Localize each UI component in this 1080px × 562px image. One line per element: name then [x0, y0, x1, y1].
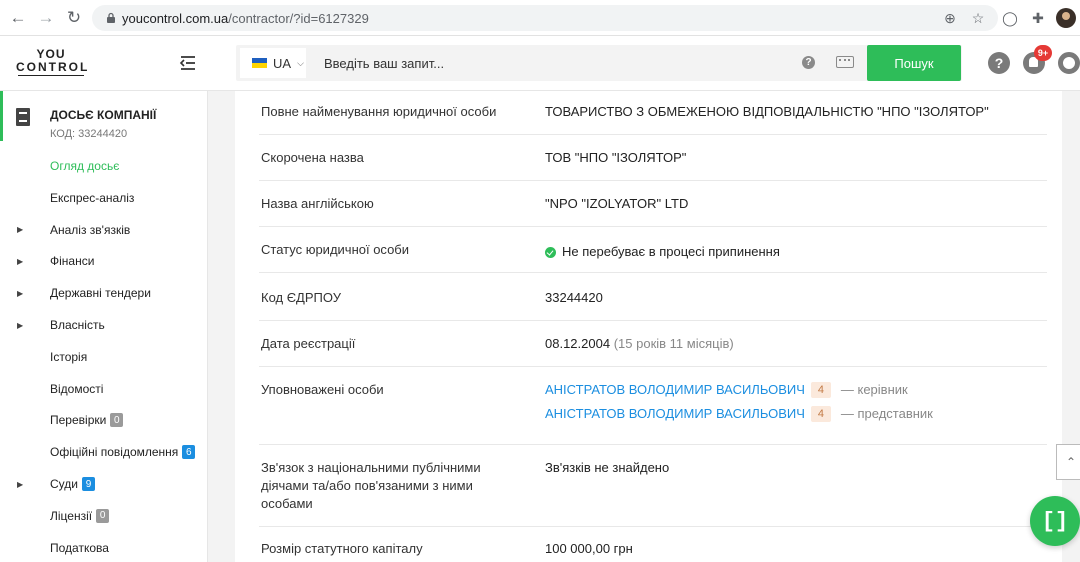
status-value: Не перебуває в процесі припинення [545, 243, 780, 261]
sidebar-item[interactable]: ▶ Державні тендери [0, 280, 208, 306]
sidebar-item-label: Фінанси [50, 254, 95, 269]
sidebar-item[interactable]: Експрес-аналіз [0, 185, 208, 211]
lock-icon [100, 12, 122, 24]
dossier-title: ДОСЬЄ КОМПАНІЇ [50, 108, 157, 122]
puzzle-icon[interactable]: ✚ [1028, 6, 1048, 30]
expand-arrow-icon[interactable]: ▶ [17, 225, 23, 234]
person-link[interactable]: АНІСТРАТОВ ВОЛОДИМИР ВАСИЛЬОВИЧ [545, 405, 805, 423]
sidebar-item-label: Ліцензії 0 [50, 508, 110, 523]
profile-avatar[interactable] [1056, 8, 1076, 28]
sidebar-item[interactable]: Відомості [0, 376, 208, 402]
sidebar-item-label: Податкова [50, 540, 109, 555]
sidebar-item[interactable]: Перевірки 0 [0, 407, 208, 433]
dossier-header: ДОСЬЄ КОМПАНІЇ КОД: 33244420 [0, 91, 208, 141]
browser-toolbar: ← → ↻ youcontrol.com.ua/contractor/?id=6… [0, 0, 1080, 36]
back-arrow-icon[interactable]: ← [4, 4, 32, 32]
detail-row-edrpou: Код ЄДРПОУ 33244420 [259, 273, 1047, 321]
count-badge: 6 [182, 445, 196, 460]
document-icon [16, 108, 30, 126]
language-select[interactable]: UA ⌵ [240, 48, 306, 78]
detail-row-registration-date: Дата реєстрації 08.12.2004 (15 років 11 … [259, 321, 1047, 367]
chevron-down-icon: ⌵ [297, 57, 304, 68]
check-circle-icon [545, 246, 556, 258]
forward-arrow-icon[interactable]: → [32, 4, 60, 32]
sidebar-item-label: Експрес-аналіз [50, 190, 135, 205]
search-bar: UA ⌵ ? Пошук [236, 45, 962, 81]
ukraine-flag-icon [252, 58, 267, 68]
sidebar: ДОСЬЄ КОМПАНІЇ КОД: 33244420 Огляд досьє… [0, 91, 208, 562]
sidebar-item-label: Відомості [50, 381, 104, 396]
detail-row-status: Статус юридичної особи Не перебуває в пр… [259, 227, 1047, 273]
detail-row-authorized-persons: Уповноважені особи АНІСТРАТОВ ВОЛОДИМИР … [259, 367, 1047, 445]
search-button[interactable]: Пошук [867, 45, 961, 81]
detail-row-capital: Розмір статутного капіталу 100 000,00 гр… [261, 541, 633, 556]
expand-arrow-icon[interactable]: ▶ [17, 321, 23, 330]
sidebar-item-label: Офіційні повідомлення 6 [50, 445, 196, 460]
help-icon[interactable]: ? [988, 52, 1010, 74]
person-link[interactable]: АНІСТРАТОВ ВОЛОДИМИР ВАСИЛЬОВИЧ [545, 381, 805, 399]
sidebar-item[interactable]: ▶ Власність [0, 312, 208, 338]
count-badge: 9 [81, 477, 95, 491]
sidebar-item-label: Власність [50, 318, 105, 332]
connections-count[interactable]: 4 [810, 382, 831, 398]
globe-icon[interactable]: ◯ [1000, 6, 1020, 30]
expand-arrow-icon[interactable]: ▶ [17, 257, 23, 266]
url-text: youcontrol.com.ua/contractor/?id=6127329 [122, 10, 369, 26]
sidebar-item[interactable]: Податкова [0, 535, 208, 561]
star-icon[interactable]: ☆ [968, 8, 988, 28]
count-badge: 0 [110, 413, 124, 428]
sidebar-item-label: Історія [50, 349, 88, 364]
person-entry: АНІСТРАТОВ ВОЛОДИМИР ВАСИЛЬОВИЧ 4 — пред… [545, 405, 933, 423]
count-badge: 0 [96, 508, 110, 523]
chat-widget-button[interactable]: [] [1030, 496, 1080, 546]
keyboard-icon[interactable] [836, 56, 854, 68]
search-input[interactable] [316, 45, 786, 81]
scroll-top-button[interactable]: ⌃ [1056, 444, 1080, 480]
sidebar-item-label: Державні тендери [50, 286, 151, 301]
sidebar-item[interactable]: Історія [0, 344, 208, 370]
search-help-icon[interactable]: ? [802, 56, 815, 69]
sidebar-item[interactable]: ▶ Фінанси [0, 248, 208, 274]
sidebar-item[interactable]: Ліцензії 0 [0, 503, 208, 529]
settings-gear-icon[interactable] [1058, 52, 1080, 74]
sidebar-item-label: Огляд досьє [50, 159, 120, 173]
sidebar-item-label: Аналіз зв'язків [50, 222, 131, 237]
menu-collapse-icon[interactable] [178, 53, 198, 73]
expand-arrow-icon[interactable]: ▶ [17, 289, 23, 298]
detail-row-short-name: Скорочена назва ТОВ "НПО "ІЗОЛЯТОР" [259, 135, 1047, 181]
expand-arrow-icon[interactable]: ▶ [17, 480, 23, 489]
sidebar-item[interactable]: Огляд досьє [0, 153, 208, 179]
sidebar-item[interactable]: ▶ Аналіз зв'язків [0, 217, 208, 243]
sidebar-item-label: Суди 9 [50, 477, 95, 491]
sidebar-item-label: Перевірки 0 [50, 413, 124, 428]
sidebar-item[interactable]: ▶ Суди 9 [0, 471, 208, 497]
connections-count[interactable]: 4 [810, 406, 831, 422]
app-header: YOU CONTROL UA ⌵ ? Пошук ? 9+ [0, 36, 1080, 91]
detail-row-pep-connections: Зв'язок з національними публічними діяча… [259, 445, 1047, 527]
detail-row-english-name: Назва англійською "NPO "IZOLYATOR" LTD [259, 181, 1047, 227]
sidebar-item[interactable]: Офіційні повідомлення 6 [0, 439, 208, 465]
add-circle-icon[interactable]: ⊕ [940, 8, 960, 28]
company-code: КОД: 33244420 [50, 128, 128, 140]
address-bar[interactable]: youcontrol.com.ua/contractor/?id=6127329… [92, 5, 998, 31]
detail-row-full-name: Повне найменування юридичної особи ТОВАР… [259, 91, 1047, 135]
company-details-card: Повне найменування юридичної особи ТОВАР… [235, 91, 1062, 562]
youcontrol-logo[interactable]: YOU CONTROL [16, 48, 87, 78]
notifications-badge: 9+ [1034, 45, 1052, 61]
person-entry: АНІСТРАТОВ ВОЛОДИМИР ВАСИЛЬОВИЧ 4 — кері… [545, 381, 908, 399]
reload-icon[interactable]: ↻ [60, 4, 88, 32]
